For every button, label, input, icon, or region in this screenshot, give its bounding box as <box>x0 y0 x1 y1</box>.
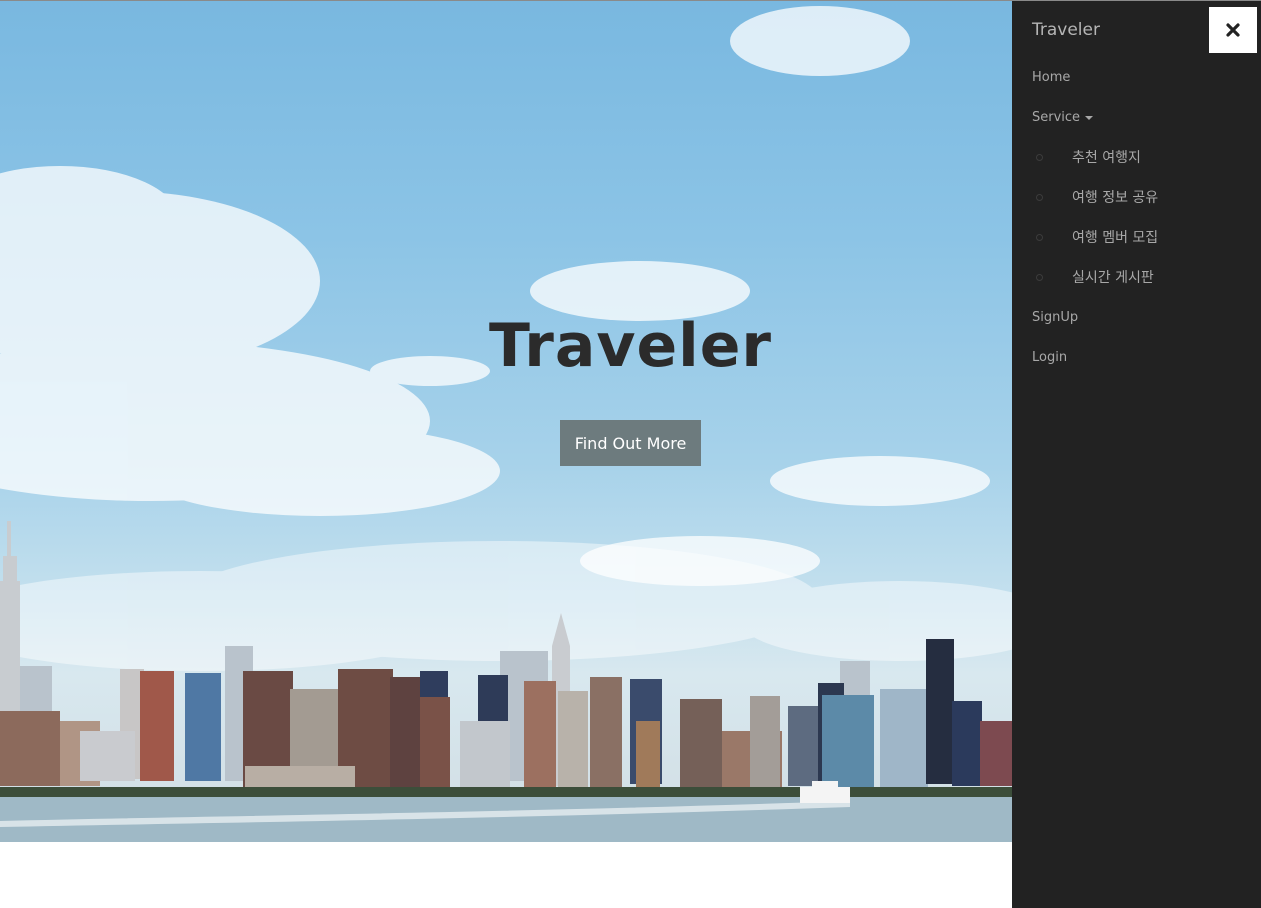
sidebar-item-login[interactable]: Login <box>1032 350 1067 365</box>
hero-title: Traveler <box>488 311 773 381</box>
submenu-item-label: 여행 정보 공유 <box>1072 190 1159 206</box>
bullet-icon <box>1036 193 1043 201</box>
page: Traveler Find Out More Traveler Home Ser… <box>0 0 1261 908</box>
times-icon <box>1226 23 1240 37</box>
submenu-item-label: 여행 멤버 모집 <box>1072 230 1159 246</box>
sidebar-menu: Traveler Home Service 추천 여행지 여행 정보 공유 여행… <box>1012 1 1261 908</box>
submenu-item-label: 추천 여행지 <box>1072 150 1141 166</box>
find-out-more-button[interactable]: Find Out More <box>560 420 701 466</box>
bullet-icon <box>1036 153 1043 161</box>
close-menu-button[interactable] <box>1209 7 1257 53</box>
sidebar-item-signup[interactable]: SignUp <box>1032 310 1078 325</box>
sidebar-item-service[interactable]: Service <box>1032 110 1094 125</box>
bullet-icon <box>1036 233 1043 241</box>
caret-down-icon <box>1085 115 1094 120</box>
submenu-item-travel-member-recruit[interactable]: 여행 멤버 모집 <box>1036 227 1158 247</box>
submenu-item-label: 실시간 게시판 <box>1072 270 1154 286</box>
city-skyline-background-image <box>0 6 1012 842</box>
sidebar-brand[interactable]: Traveler <box>1032 20 1100 40</box>
submenu-item-travel-info-share[interactable]: 여행 정보 공유 <box>1036 187 1158 207</box>
hero-section: Traveler Find Out More <box>0 1 1012 842</box>
submenu-item-recommended-destinations[interactable]: 추천 여행지 <box>1036 147 1141 167</box>
bullet-icon <box>1036 273 1043 281</box>
top-border <box>0 0 1261 1</box>
sidebar-item-service-label: Service <box>1032 110 1081 125</box>
sidebar-item-home[interactable]: Home <box>1032 70 1070 85</box>
submenu-item-realtime-board[interactable]: 실시간 게시판 <box>1036 267 1154 287</box>
